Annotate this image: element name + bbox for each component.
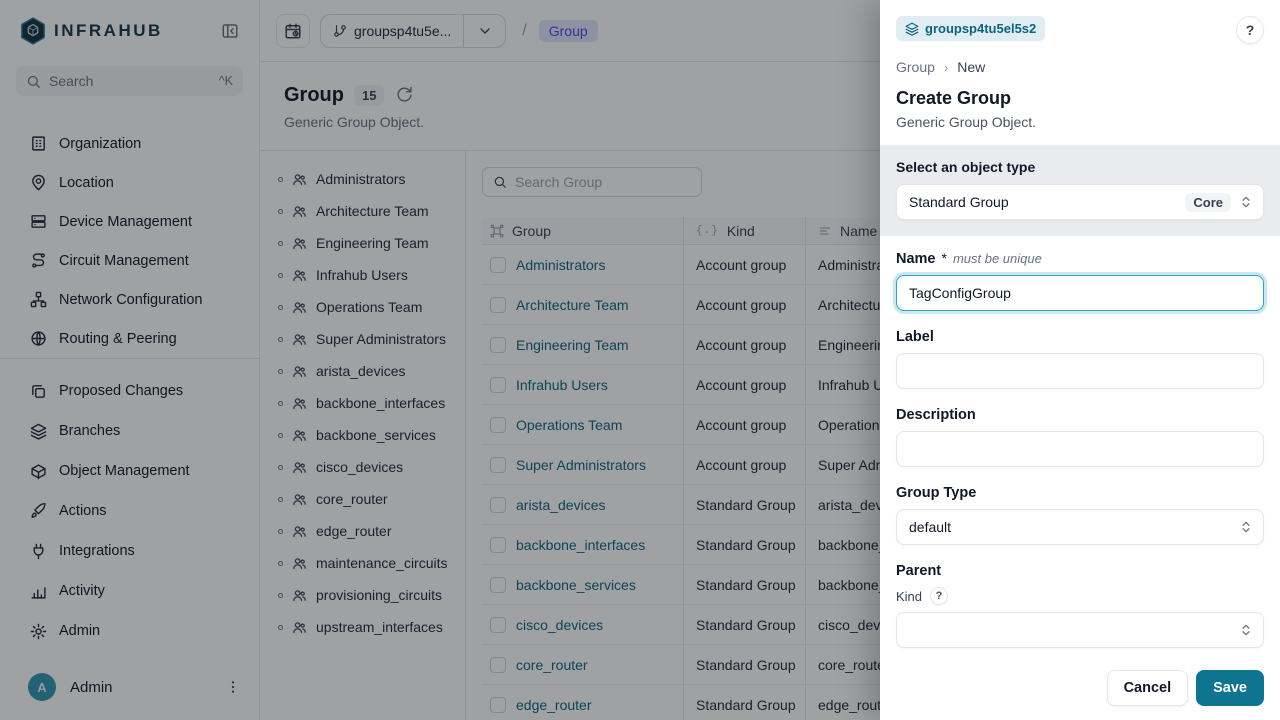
group-type-label: Group Type xyxy=(896,485,976,501)
name-input[interactable] xyxy=(896,275,1264,311)
group-type-select[interactable]: default xyxy=(896,509,1264,545)
modal-backdrop[interactable] xyxy=(0,0,880,720)
chevrons-up-down-icon xyxy=(1239,195,1253,209)
breadcrumb-parent[interactable]: Group xyxy=(896,59,935,75)
kind-help-button[interactable]: ? xyxy=(930,587,948,605)
kind-label: Kind xyxy=(896,589,922,604)
parent-label: Parent xyxy=(896,563,1264,579)
breadcrumb-current: New xyxy=(957,59,985,75)
object-type-value: Standard Group xyxy=(909,194,1177,210)
branch-badge: groupsp4tu5el5s2 xyxy=(896,16,1045,41)
object-type-label: Select an object type xyxy=(896,159,1264,175)
object-type-select[interactable]: Standard Group Core xyxy=(896,184,1264,220)
required-marker: * xyxy=(942,250,947,266)
core-badge: Core xyxy=(1185,193,1231,212)
drawer-header: groupsp4tu5el5s2 ? Group › New Create Gr… xyxy=(880,0,1280,145)
create-group-drawer: groupsp4tu5el5s2 ? Group › New Create Gr… xyxy=(880,0,1280,720)
drawer-title: Create Group xyxy=(896,88,1264,109)
label-label: Label xyxy=(896,329,934,345)
description-label: Description xyxy=(896,407,976,423)
name-label: Name xyxy=(896,251,936,267)
save-button[interactable]: Save xyxy=(1196,670,1264,706)
chevrons-up-down-icon xyxy=(1239,623,1253,637)
app-root: INFRAHUB Search ^K Organization Location… xyxy=(0,0,1280,720)
drawer-breadcrumb: Group › New xyxy=(896,59,1264,75)
cancel-button[interactable]: Cancel xyxy=(1107,670,1189,706)
description-input[interactable] xyxy=(896,431,1264,467)
layers-icon xyxy=(905,22,919,36)
create-group-form: Name * must be unique Label Description … xyxy=(880,236,1280,648)
branch-badge-label: groupsp4tu5el5s2 xyxy=(925,21,1036,36)
parent-kind-select[interactable] xyxy=(896,612,1264,648)
drawer-subtitle: Generic Group Object. xyxy=(896,114,1264,145)
group-type-value: default xyxy=(909,519,1231,535)
drawer-footer: Cancel Save xyxy=(880,658,1280,720)
chevron-right-icon: › xyxy=(944,60,948,75)
help-button[interactable]: ? xyxy=(1236,16,1264,44)
name-hint: must be unique xyxy=(953,251,1042,266)
chevrons-up-down-icon xyxy=(1239,520,1253,534)
object-type-section: Select an object type Standard Group Cor… xyxy=(880,145,1280,236)
label-input[interactable] xyxy=(896,353,1264,389)
